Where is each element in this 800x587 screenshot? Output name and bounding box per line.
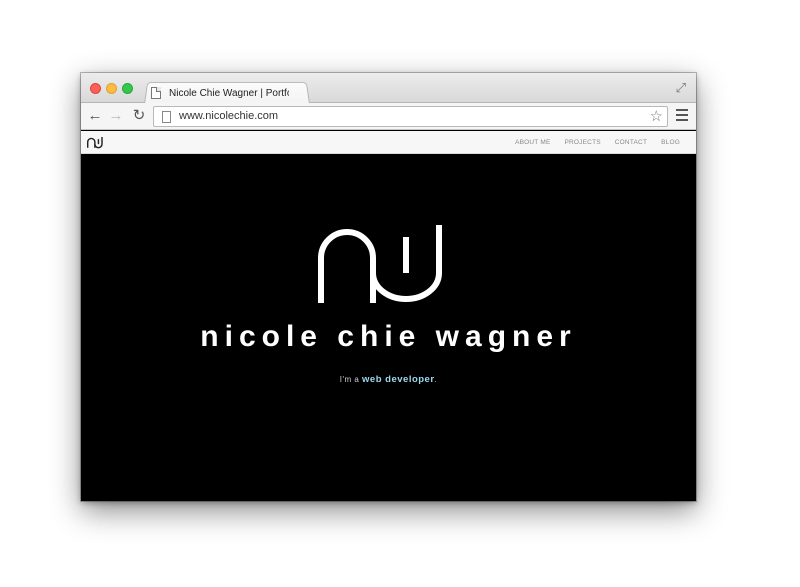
nav-about-me[interactable]: ABOUT ME (515, 139, 550, 146)
nav-projects[interactable]: PROJECTS (565, 139, 601, 146)
fullscreen-icon[interactable]: ⤢ (676, 80, 686, 96)
address-bar[interactable]: www.nicolechie.com ☆ (153, 106, 668, 127)
close-window-button[interactable] (90, 83, 101, 94)
page-icon (162, 111, 171, 123)
page-icon (151, 87, 161, 99)
tagline-suffix: . (434, 375, 438, 384)
star-icon[interactable]: ☆ (650, 107, 663, 126)
tab-title: Nicole Chie Wagner | Portfolio (169, 87, 289, 99)
browser-tab-content[interactable]: Nicole Chie Wagner | Portfolio (151, 83, 301, 103)
nav-blog[interactable]: BLOG (661, 139, 680, 146)
hero-name: nicole chie wagner (200, 320, 577, 353)
tagline-highlight: web developer (362, 374, 435, 385)
title-bar: Nicole Chie Wagner | Portfolio ⤢ (81, 73, 696, 104)
site-nav: ABOUT ME PROJECTS CONTACT BLOG (515, 139, 680, 146)
back-arrow-icon[interactable]: ← (86, 107, 104, 125)
tagline-prefix: I'm a (339, 375, 360, 384)
hero-section: nicole chie wagner I'm a web developer. (81, 155, 696, 501)
reload-icon[interactable]: ↻ (130, 107, 148, 125)
site-header: ABOUT ME PROJECTS CONTACT BLOG (81, 131, 696, 154)
url-text[interactable]: www.nicolechie.com (179, 110, 278, 122)
maximize-window-button[interactable] (122, 83, 133, 94)
browser-toolbar: ← → ↻ www.nicolechie.com ☆ (81, 103, 696, 130)
menu-icon[interactable] (676, 109, 688, 124)
hero-logo (317, 225, 460, 308)
forward-arrow-icon[interactable]: → (107, 107, 125, 125)
tagline: I'm a web developer. (81, 374, 696, 385)
minimize-window-button[interactable] (106, 83, 117, 94)
site-logo[interactable] (87, 135, 107, 154)
browser-window: Nicole Chie Wagner | Portfolio ⤢ ← → ↻ w… (81, 73, 696, 501)
nav-contact[interactable]: CONTACT (615, 139, 647, 146)
